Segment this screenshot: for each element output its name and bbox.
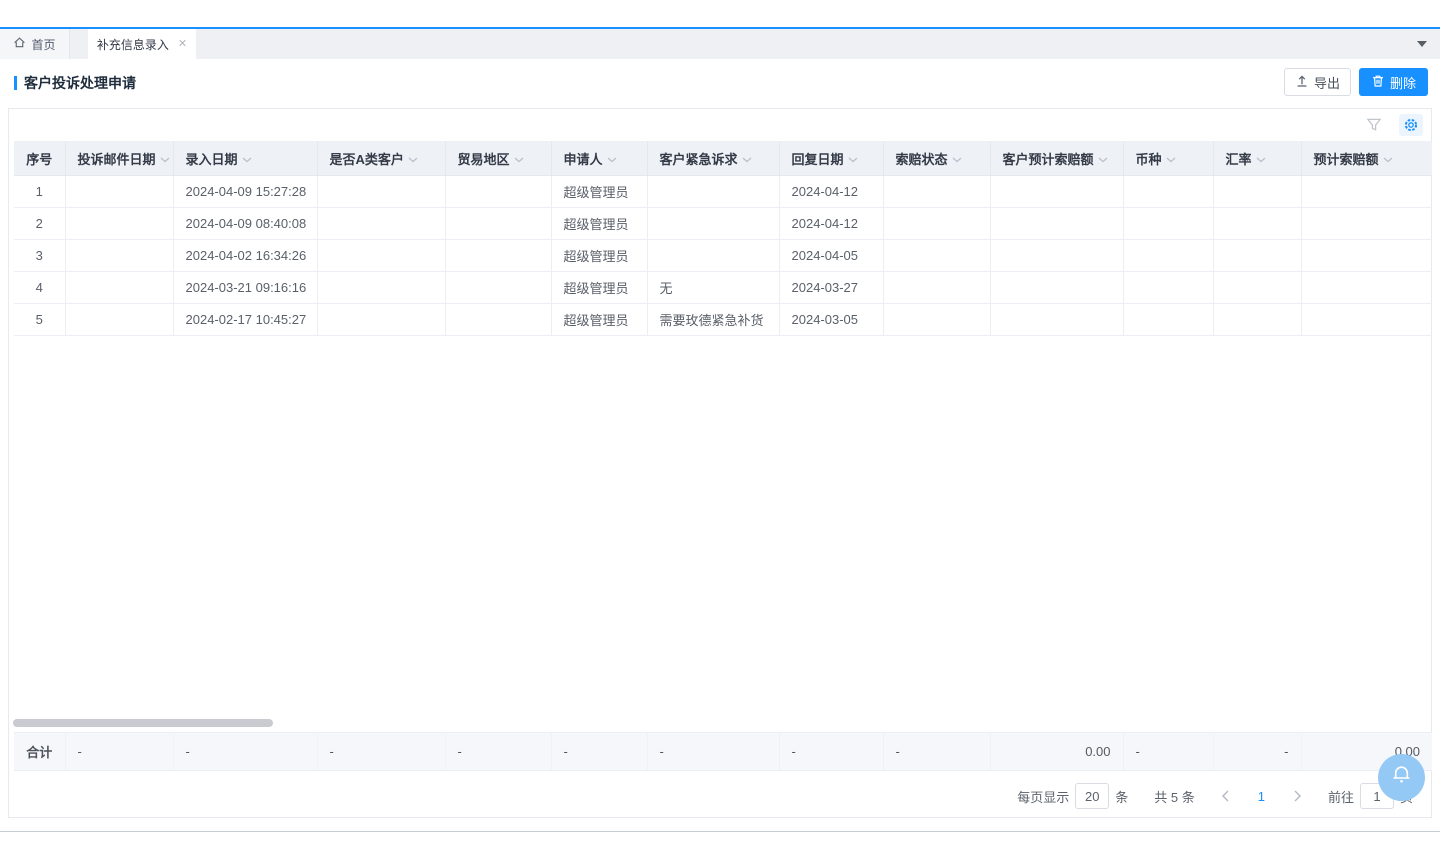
col-header-urgent-demand[interactable]: 客户紧急诉求 (647, 142, 779, 176)
chevron-down-icon (952, 151, 962, 166)
per-page-input[interactable] (1075, 783, 1109, 809)
table-row[interactable]: 52024-02-17 10:45:27超级管理员需要玫德紧急补货2024-03… (14, 304, 1432, 336)
title-accent-bar (14, 76, 17, 90)
tab-list-caret-icon[interactable] (1417, 41, 1427, 52)
notification-bell-button[interactable] (1378, 754, 1425, 801)
per-page-label: 每页显示 (1017, 787, 1069, 806)
col-header-complaint-date[interactable]: 投诉邮件日期 (65, 142, 173, 176)
summary-customer-claim-total: 0.00 (990, 733, 1123, 771)
chevron-down-icon (1098, 151, 1108, 166)
chevron-down-icon (408, 151, 418, 166)
pagination: 每页显示 条 共 5 条 1 前往 页 (1017, 782, 1413, 810)
table-row[interactable]: 22024-04-09 08:40:08超级管理员2024-04-12 (14, 208, 1432, 240)
table-row[interactable]: 32024-04-02 16:34:26超级管理员2024-04-05 (14, 240, 1432, 272)
trash-icon (1371, 74, 1385, 91)
col-header-applicant[interactable]: 申请人 (551, 142, 647, 176)
summary-label: 合计 (14, 733, 65, 771)
delete-button-label: 删除 (1390, 73, 1416, 92)
tab-home[interactable]: 首页 (0, 29, 70, 59)
chevron-down-icon (742, 151, 752, 166)
tab-active-label: 补充信息录入 (97, 36, 169, 53)
tab-home-label: 首页 (31, 36, 55, 53)
funnel-icon[interactable] (1366, 117, 1384, 135)
col-header-class-a[interactable]: 是否A类客户 (317, 142, 445, 176)
goto-label: 前往 (1328, 787, 1354, 806)
col-header-reply-date[interactable]: 回复日期 (779, 142, 883, 176)
chevron-down-icon (848, 151, 858, 166)
export-button[interactable]: 导出 (1284, 68, 1351, 96)
table-toolbar (9, 109, 1431, 141)
summary-row: 合计 - - - - - - - - 0.00 - - 0.00 (14, 732, 1432, 771)
chevron-down-icon (1256, 151, 1266, 166)
horizontal-scrollbar[interactable] (13, 719, 273, 727)
tab-active[interactable]: 补充信息录入 ✕ (88, 29, 196, 59)
prev-page-icon[interactable] (1221, 790, 1230, 802)
data-table: 序号 投诉邮件日期 录入日期 是否A类客户 贸易地区 申请人 客户紧急诉求 回复… (14, 141, 1432, 336)
tab-bar: 首页 补充信息录入 ✕ (0, 29, 1440, 59)
chevron-down-icon (514, 151, 524, 166)
bell-icon (1391, 764, 1412, 791)
total-count: 共 5 条 (1154, 787, 1194, 806)
chevron-down-icon (160, 151, 170, 166)
page-title: 客户投诉处理申请 (14, 73, 136, 93)
delete-button[interactable]: 删除 (1359, 68, 1428, 96)
page-number[interactable]: 1 (1258, 789, 1265, 804)
export-button-label: 导出 (1314, 73, 1340, 92)
chevron-down-icon (242, 151, 252, 166)
table-header-row: 序号 投诉邮件日期 录入日期 是否A类客户 贸易地区 申请人 客户紧急诉求 回复… (14, 142, 1432, 176)
table-row[interactable]: 12024-04-09 15:27:28超级管理员2024-04-12 (14, 176, 1432, 208)
table-row[interactable]: 42024-03-21 09:16:16超级管理员无2024-03-27 (14, 272, 1432, 304)
col-header-customer-claim-amount[interactable]: 客户预计索赔额 (990, 142, 1123, 176)
chevron-down-icon (1383, 151, 1393, 166)
per-page-unit: 条 (1115, 787, 1128, 806)
gear-icon[interactable] (1399, 114, 1423, 136)
col-header-currency[interactable]: 币种 (1123, 142, 1213, 176)
bottom-divider (0, 831, 1440, 832)
col-header-index: 序号 (14, 142, 65, 176)
col-header-entry-date[interactable]: 录入日期 (173, 142, 317, 176)
upload-icon (1295, 74, 1309, 91)
col-header-claim-status[interactable]: 索赔状态 (883, 142, 990, 176)
close-icon[interactable]: ✕ (178, 39, 187, 50)
col-header-exchange-rate[interactable]: 汇率 (1213, 142, 1301, 176)
table-panel: 序号 投诉邮件日期 录入日期 是否A类客户 贸易地区 申请人 客户紧急诉求 回复… (8, 108, 1432, 818)
col-header-estimated-claim-amount[interactable]: 预计索赔额 (1301, 142, 1432, 176)
chevron-down-icon (1166, 151, 1176, 166)
col-header-trade-region[interactable]: 贸易地区 (445, 142, 551, 176)
chevron-down-icon (607, 151, 617, 166)
next-page-icon[interactable] (1293, 790, 1302, 802)
home-icon (13, 36, 26, 52)
